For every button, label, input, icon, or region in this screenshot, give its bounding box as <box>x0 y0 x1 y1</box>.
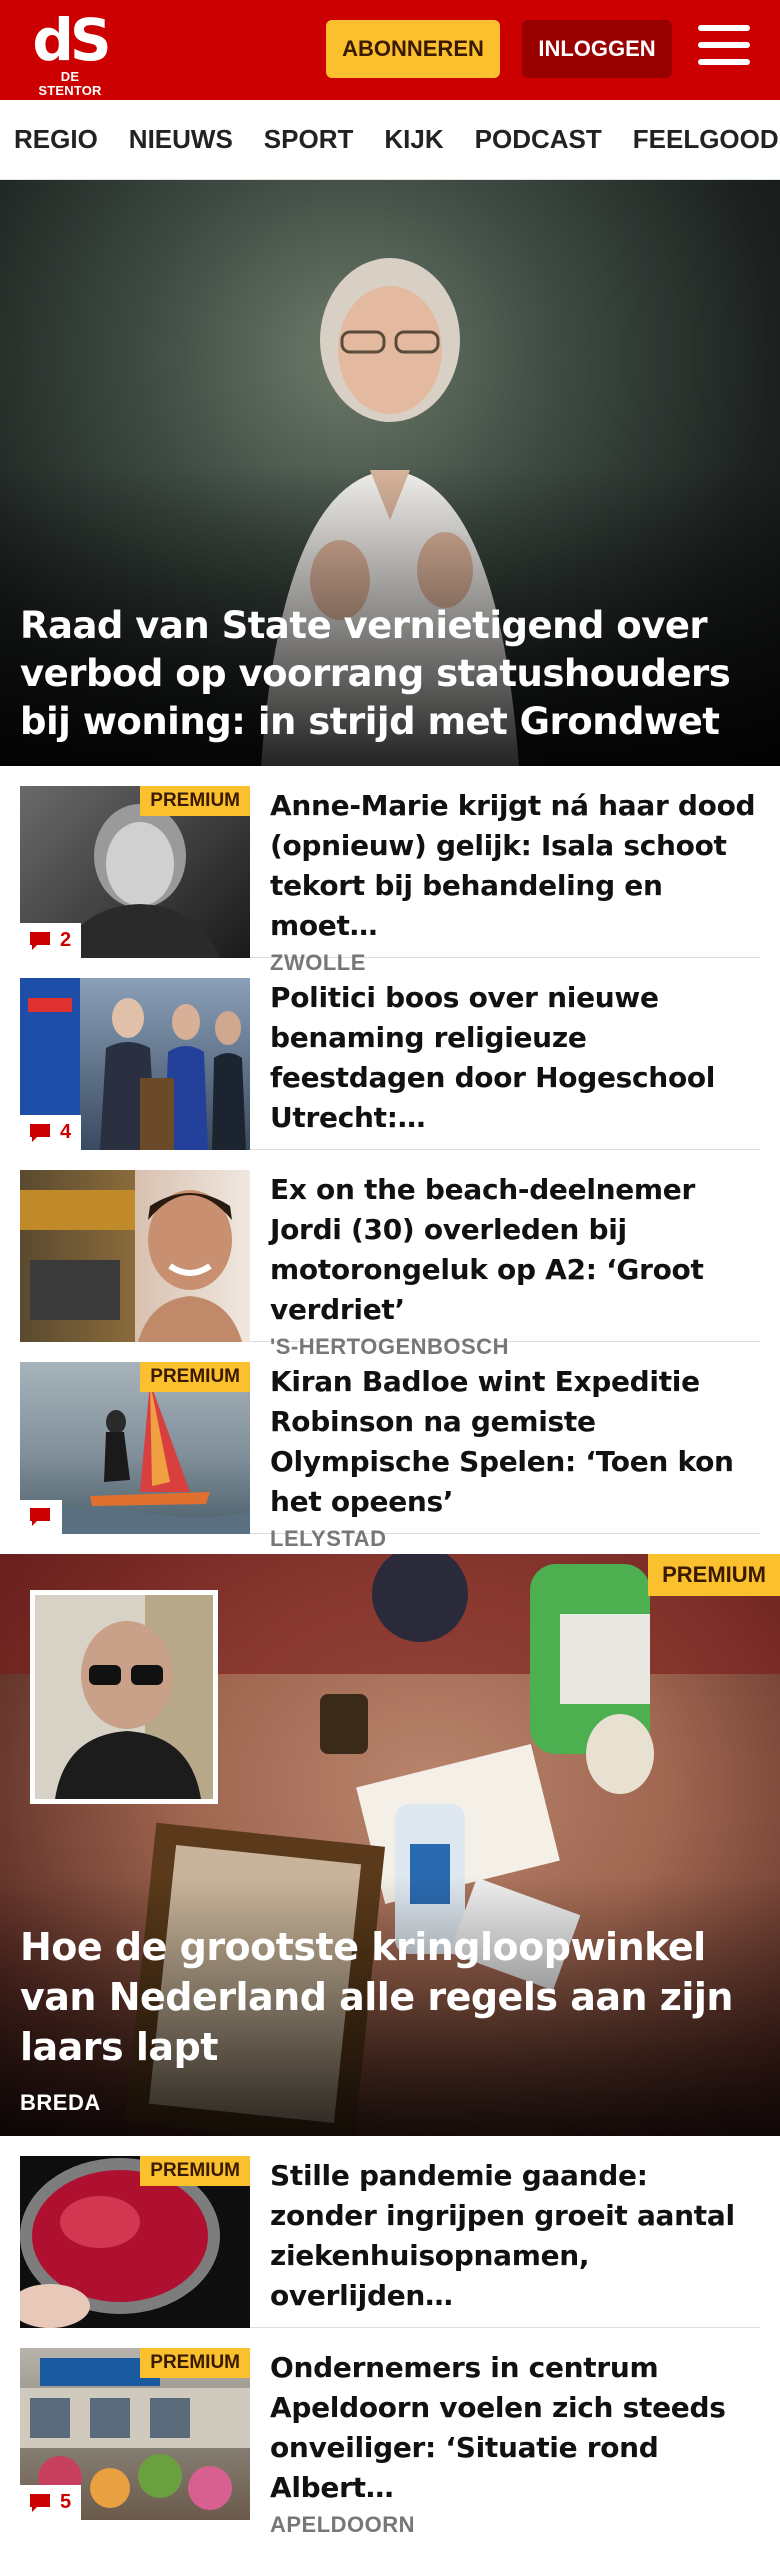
nav-item-sport[interactable]: SPORT <box>264 124 354 155</box>
section-nav: REGIO NIEUWS SPORT KIJK PODCAST FEELGOOD <box>0 100 780 180</box>
article-city: LELYSTAD <box>270 1526 387 1551</box>
premium-badge: PREMIUM <box>140 1362 250 1392</box>
comment-count[interactable]: 4 <box>20 1115 82 1150</box>
list-item[interactable]: Ex on the beach-deelnemer Jordi (30) ove… <box>20 1150 760 1359</box>
menu-icon[interactable] <box>698 25 750 71</box>
article-thumbnail <box>20 1170 250 1342</box>
comment-icon <box>30 931 50 950</box>
logo-mark: dS <box>32 6 111 74</box>
article-title[interactable]: Ex on the beach-deelnemer Jordi (30) ove… <box>270 1170 760 1330</box>
site-logo[interactable]: dS DE STENTOR <box>30 6 111 98</box>
feature-headline[interactable]: Hoe de grootste kringloopwinkel van Nede… <box>20 1922 760 2072</box>
hero-article[interactable]: Raad van State vernietigend over verbod … <box>0 180 780 766</box>
article-thumbnail: PREMIUM 2 <box>20 786 250 958</box>
article-list: PREMIUM 2 Anne-Marie krijgt ná haar dood… <box>0 766 780 1551</box>
list-item[interactable]: 4 Politici boos over nieuwe benaming rel… <box>20 958 760 1150</box>
nav-item-podcast[interactable]: PODCAST <box>475 124 602 155</box>
article-title[interactable]: Anne-Marie krijgt ná haar dood (opnieuw)… <box>270 786 760 946</box>
comment-number: 4 <box>60 1121 72 1143</box>
comment-icon <box>30 1123 50 1142</box>
article-title[interactable]: Stille pandemie gaande: zonder ingrijpen… <box>270 2156 760 2316</box>
article-title[interactable]: Ondernemers in centrum Apeldoorn voelen … <box>270 2348 760 2508</box>
article-title[interactable]: Politici boos over nieuwe benaming relig… <box>270 978 760 1138</box>
login-button[interactable]: INLOGGEN <box>522 20 672 78</box>
nav-item-nieuws[interactable]: NIEUWS <box>129 124 233 155</box>
feature-article[interactable]: PREMIUM Hoe de grootste kringloopwinkel … <box>0 1554 780 2136</box>
premium-badge: PREMIUM <box>140 2348 250 2378</box>
hero-headline[interactable]: Raad van State vernietigend over verbod … <box>20 602 760 746</box>
premium-badge: PREMIUM <box>648 1554 780 1596</box>
article-city: APELDOORN <box>270 2512 416 2537</box>
article-thumbnail: PREMIUM <box>20 2156 250 2328</box>
nav-item-feelgood[interactable]: FEELGOOD <box>633 124 779 155</box>
logo-subtitle: DE STENTOR <box>38 69 102 98</box>
article-city: ZWOLLE <box>270 950 366 975</box>
list-item[interactable]: PREMIUM Stille pandemie gaande: zonder i… <box>20 2136 760 2328</box>
comment-icon <box>30 2493 50 2512</box>
list-item[interactable]: PREMIUM 2 Anne-Marie krijgt ná haar dood… <box>20 766 760 975</box>
nav-item-kijk[interactable]: KIJK <box>384 124 443 155</box>
article-thumbnail: PREMIUM 5 <box>20 2348 250 2520</box>
comment-icon <box>30 1508 50 1526</box>
article-city: 'S-HERTOGENBOSCH <box>270 1334 509 1359</box>
comment-count[interactable] <box>20 1500 62 1534</box>
article-list-2: PREMIUM Stille pandemie gaande: zonder i… <box>0 2136 780 2537</box>
author-portrait <box>30 1590 218 1804</box>
premium-badge: PREMIUM <box>140 2156 250 2186</box>
thumbnail-image <box>20 1190 242 1342</box>
list-item[interactable]: PREMIUM Kiran Badloe wint Expeditie Robi… <box>20 1342 760 1551</box>
nav-item-regio[interactable]: REGIO <box>14 124 98 155</box>
article-thumbnail: 4 <box>20 978 250 1150</box>
article-title[interactable]: Kiran Badloe wint Expeditie Robinson na … <box>270 1362 760 1522</box>
comment-count[interactable]: 5 <box>20 2485 82 2520</box>
site-header: dS DE STENTOR ABONNEREN INLOGGEN <box>0 0 780 100</box>
comment-number: 2 <box>60 929 72 951</box>
comment-count[interactable]: 2 <box>20 923 82 958</box>
article-thumbnail: PREMIUM <box>20 1362 250 1534</box>
author-photo <box>35 1595 213 1799</box>
list-item[interactable]: PREMIUM 5 Ondernemers in centrum Apeldoo… <box>20 2328 760 2537</box>
feature-city: BREDA <box>20 2090 101 2115</box>
subscribe-button[interactable]: ABONNEREN <box>326 20 500 78</box>
comment-number: 5 <box>60 2491 72 2513</box>
premium-badge: PREMIUM <box>140 786 250 816</box>
